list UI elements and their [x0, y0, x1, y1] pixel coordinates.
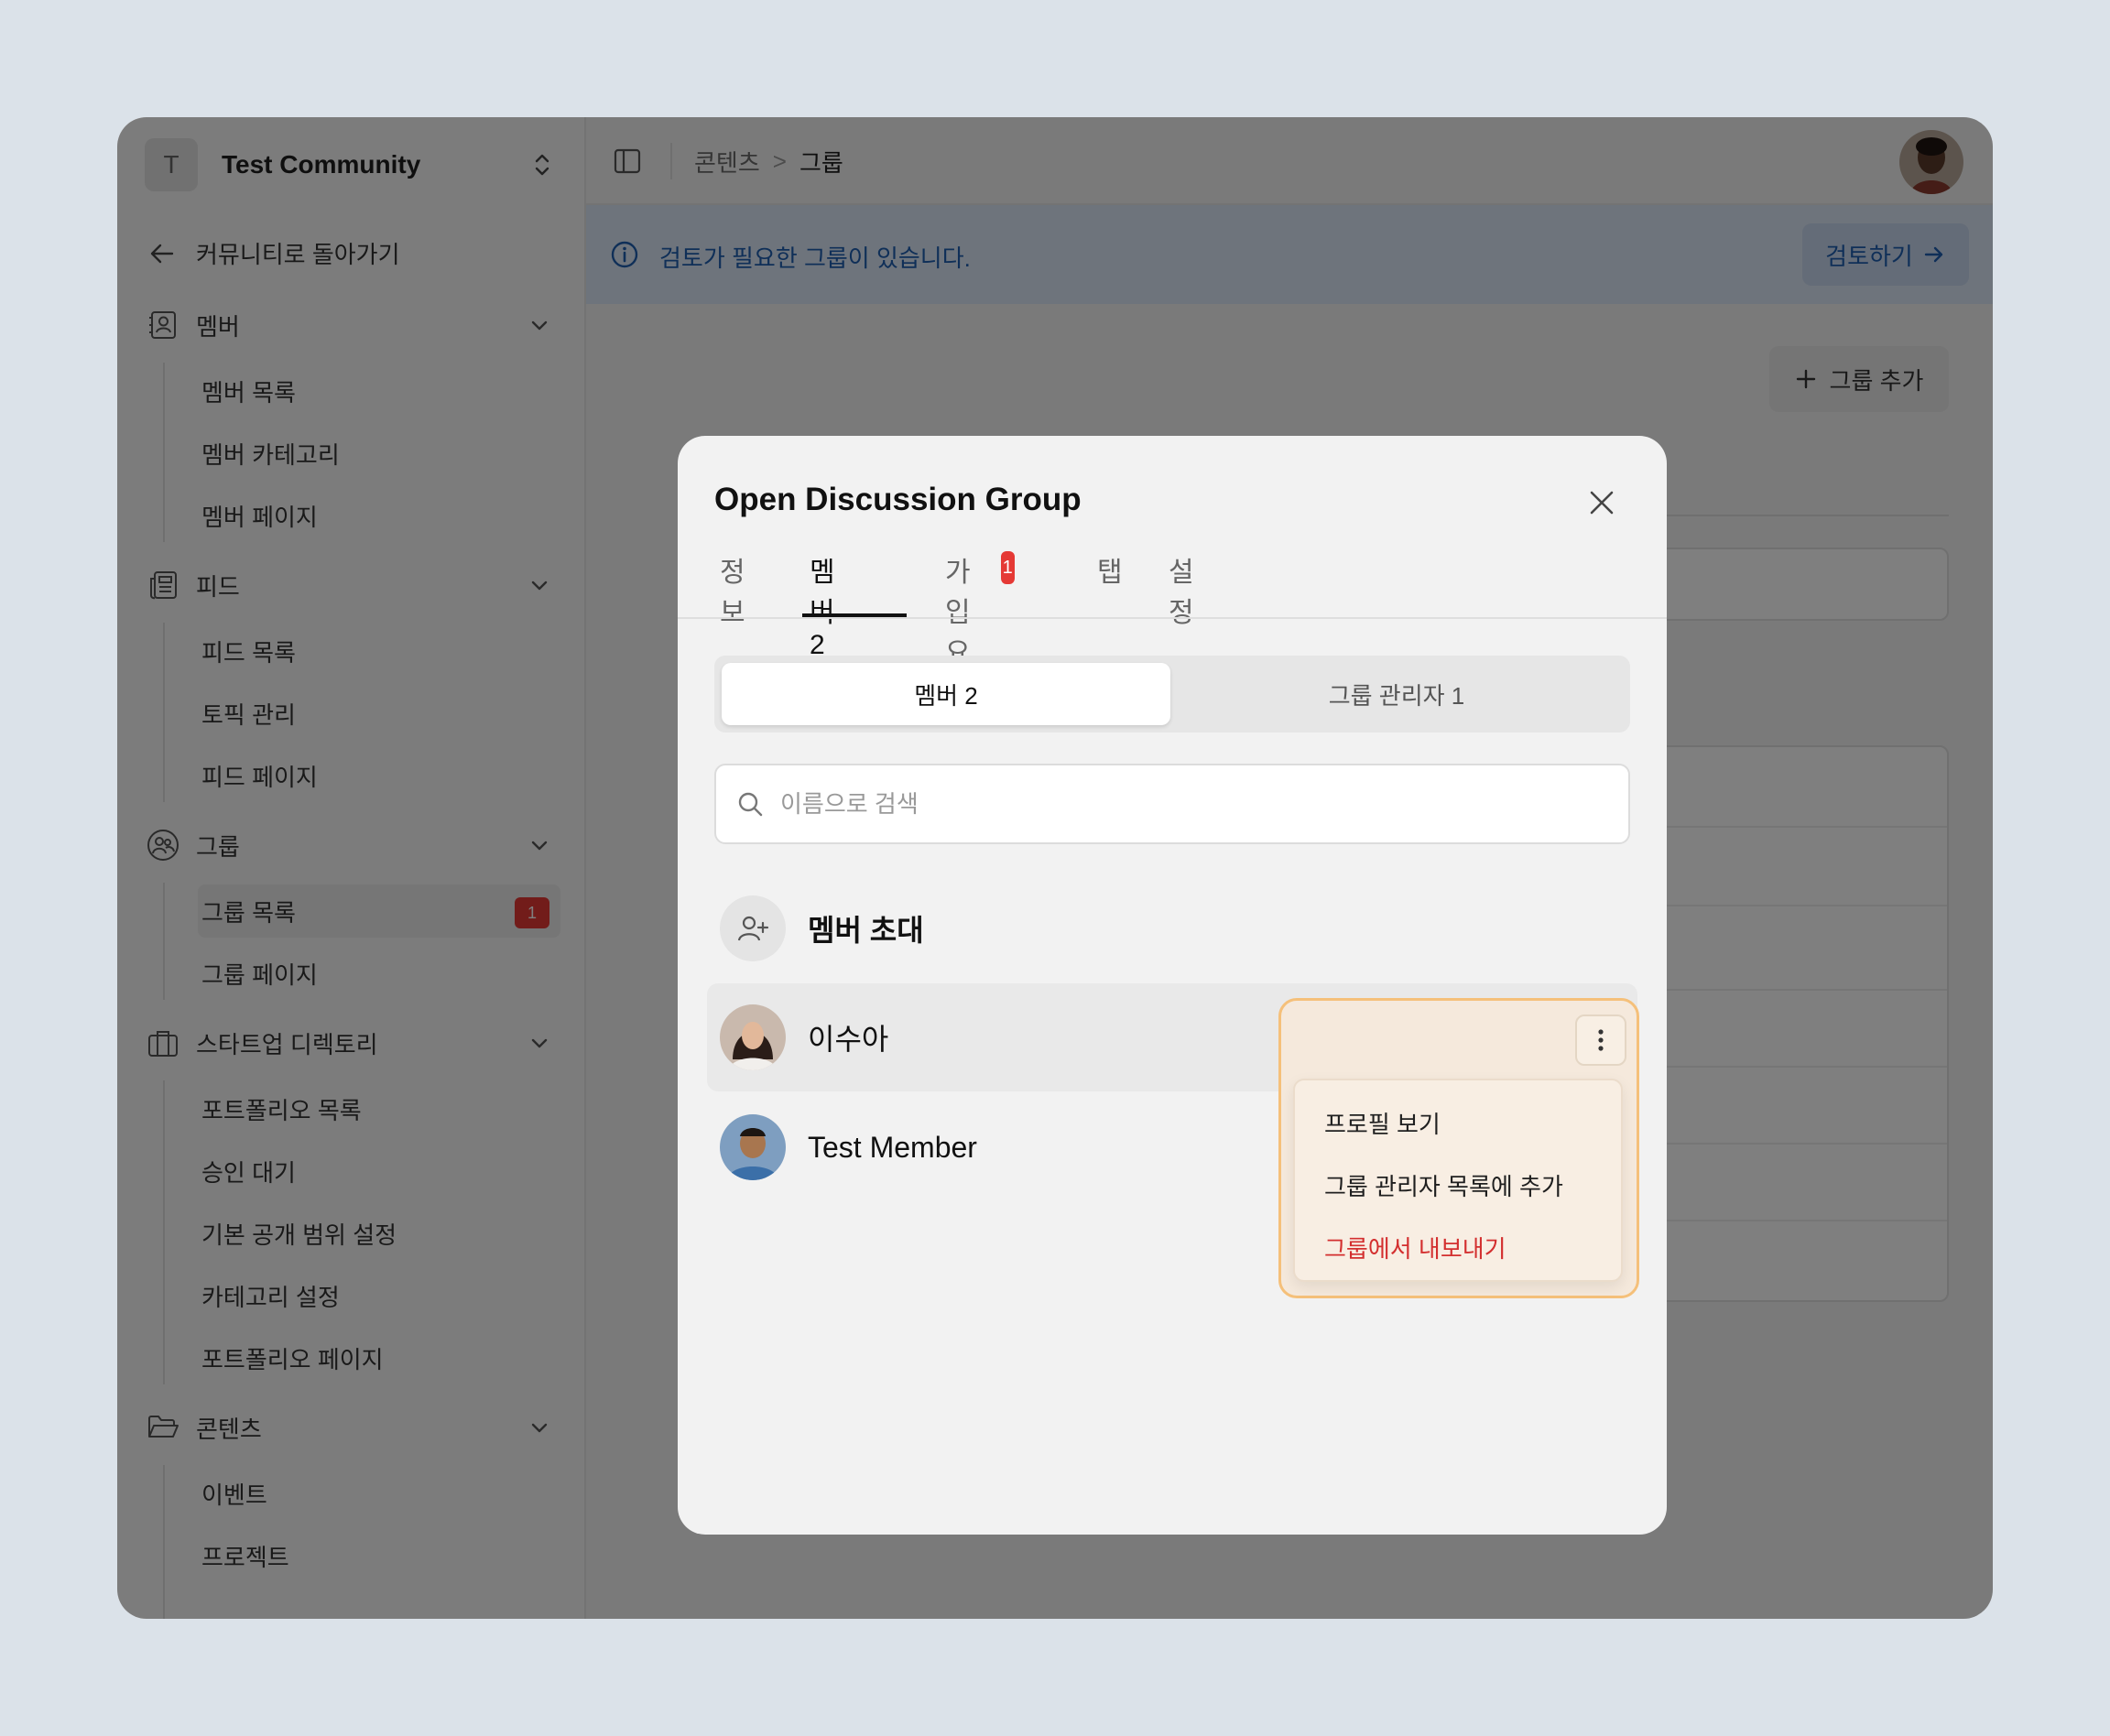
divider: [678, 617, 1667, 619]
menu-item-view-profile[interactable]: 프로필 보기: [1324, 1106, 1441, 1140]
tab-tabs[interactable]: 탭: [1097, 544, 1123, 619]
member-role-segmented-control: 멤버 2 그룹 관리자 1: [714, 656, 1630, 732]
invite-member-button[interactable]: 멤버 초대: [720, 895, 924, 961]
search-icon: [738, 792, 763, 817]
app-window: T Test Community 커뮤니티로 돌아가기 멤버 멤버 목록 멤버 …: [117, 117, 1993, 1619]
avatar: [720, 1004, 786, 1070]
avatar: [720, 1114, 786, 1180]
count-badge: 1: [1000, 551, 1015, 584]
invite-icon-circle: [720, 895, 786, 961]
tab-members[interactable]: 멤버 2: [810, 544, 835, 660]
user-plus-icon: [737, 916, 769, 941]
member-actions-menu: 프로필 보기 그룹 관리자 목록에 추가 그룹에서 내보내기: [1293, 1079, 1623, 1282]
group-detail-modal: Open Discussion Group 정보 멤버 2 가입 요청 1 탭 …: [678, 436, 1667, 1535]
segment-members[interactable]: 멤버 2: [722, 663, 1170, 725]
tab-join-requests[interactable]: 가입 요청 1: [945, 544, 1015, 709]
member-search-field[interactable]: [714, 764, 1630, 844]
close-icon[interactable]: [1588, 489, 1615, 516]
invite-member-label: 멤버 초대: [808, 914, 924, 947]
member-name: Test Member: [808, 1130, 977, 1164]
tab-settings[interactable]: 설정: [1169, 544, 1194, 628]
member-name: 이수아: [808, 1023, 889, 1056]
segment-group-admins[interactable]: 그룹 관리자 1: [1172, 663, 1621, 725]
more-vertical-icon: [1598, 1029, 1604, 1051]
menu-item-add-to-admins[interactable]: 그룹 관리자 목록에 추가: [1324, 1168, 1563, 1202]
member-search-input[interactable]: [780, 789, 1586, 819]
menu-item-remove-from-group[interactable]: 그룹에서 내보내기: [1324, 1231, 1506, 1264]
tab-info[interactable]: 정보: [720, 544, 745, 628]
modal-title: Open Discussion Group: [714, 482, 1082, 517]
member-actions-button[interactable]: [1575, 1014, 1626, 1066]
